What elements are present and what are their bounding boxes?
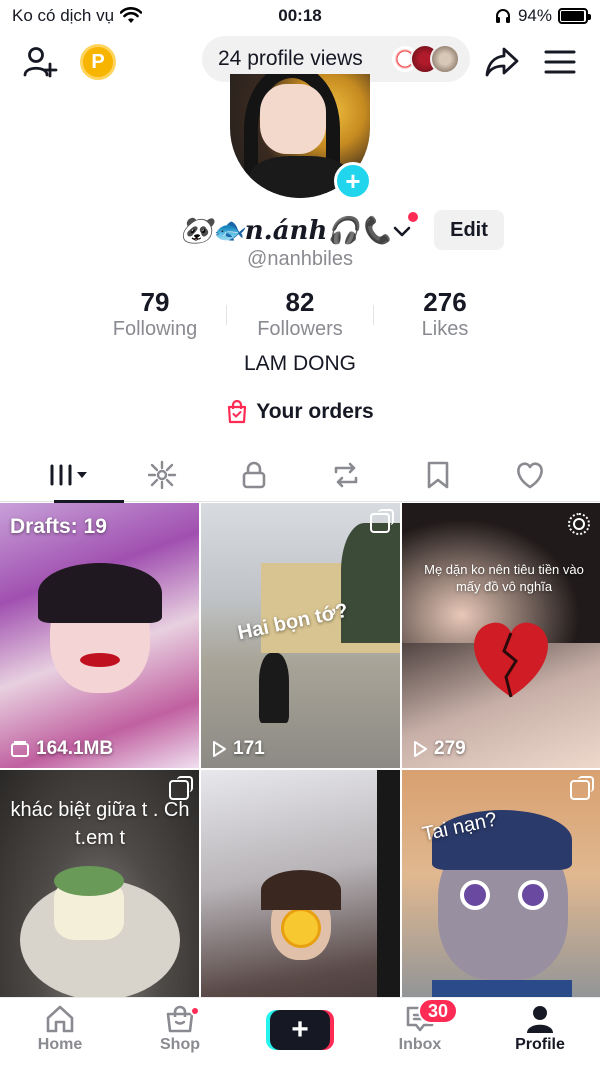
inbox-badge: 30 [418,998,458,1024]
video-caption: Mẹ dặn ko nên tiêu tiền vào mấy đồ vô ng… [424,562,584,594]
display-name: 🐼🐟𝒏.á𝒏𝒉🎧📞 [180,216,393,246]
headphones-icon [495,9,510,23]
status-bar: Ko có dịch vụ 00:18 94% [0,0,600,34]
nav-inbox-label: Inbox [398,1036,442,1053]
your-orders-label: Your orders [256,400,374,423]
drafts-size: 164.1MB [10,738,113,760]
live-photo-icon [568,513,590,535]
video-tile[interactable]: khác biệt giữa t . Ch t.em t [0,770,199,997]
video-caption: khác biệt giữa t . Ch t.em t [10,799,190,849]
grid-icon [50,464,87,486]
multi-photo-icon [370,509,394,533]
play-icon [213,741,226,757]
viewer-avatars [390,44,460,74]
folder-icon [11,741,29,757]
stat-label: Followers [257,318,343,340]
stat-label: Following [112,318,198,340]
add-user-icon [23,47,58,78]
coin-button[interactable]: P [80,44,116,80]
drafts-label: Drafts: 19 [10,515,107,538]
edit-profile-button[interactable]: Edit [434,210,504,250]
shop-notification-dot [190,1006,200,1016]
nav-profile-label: Profile [515,1036,565,1053]
nav-shop[interactable]: Shop [130,1004,230,1064]
tab-private[interactable] [112,448,212,502]
create-button[interactable]: + [270,1010,330,1050]
notification-dot [408,212,418,222]
home-icon [46,1005,74,1033]
coin-icon: P [91,50,105,73]
tab-videos[interactable] [20,448,124,503]
stat-label: Likes [421,318,469,340]
view-count: 171 [211,738,265,760]
video-grid: Drafts: 19 164.1MB Hai bọn tớ? 171 Mẹ dặ… [0,503,600,997]
nav-home[interactable]: Home [10,1004,110,1064]
sparkle-icon [147,460,177,490]
heart-icon [517,462,543,489]
username: @nanhbiles [247,248,353,270]
repost-icon [334,462,358,488]
add-story-button[interactable]: + [334,162,372,200]
bookmark-icon [427,461,449,489]
play-icon [414,741,427,757]
tab-reposts[interactable] [296,448,396,502]
share-icon [485,47,519,77]
profile-views-label: 24 profile views [218,47,363,70]
tab-favorites[interactable] [388,448,488,502]
multi-photo-icon [570,776,594,800]
tab-liked[interactable] [480,448,580,502]
bottom-nav: Home Shop + 30 Inbox Profile [0,997,600,1067]
add-friend-button[interactable] [20,42,60,82]
status-right: 94% [494,6,591,26]
viewer-avatar [430,44,460,74]
view-count-value: 279 [434,738,466,759]
profile-tabs [0,448,600,503]
hamburger-icon [544,50,576,74]
video-tile[interactable]: Hai bọn tớ? 171 [201,503,400,768]
stat-value: 82 [285,287,315,317]
bio-region: LAM DONG [243,352,356,375]
battery-fill [561,11,584,21]
your-orders-button[interactable]: Your orders [0,400,600,424]
view-count-value: 171 [233,738,265,759]
video-tile[interactable]: Mẹ dặn ko nên tiêu tiền vào mấy đồ vô ng… [402,503,600,768]
menu-button[interactable] [540,42,580,82]
nav-home-label: Home [37,1036,83,1053]
stat-value: 79 [140,287,170,317]
video-tile[interactable]: Tai nạn? [402,770,600,997]
stat-value: 276 [423,287,467,317]
share-button[interactable] [480,42,524,82]
nav-inbox[interactable]: 30 Inbox [370,998,470,1064]
stat-following[interactable]: 79 Following [80,287,230,341]
nav-shop-label: Shop [160,1036,200,1053]
chevron-down-icon[interactable] [392,220,412,242]
battery-icon [558,8,591,24]
tab-locked[interactable] [204,448,304,502]
stat-likes[interactable]: 276 Likes [370,287,520,341]
battery-percent: 94% [517,6,552,25]
profile-avatar[interactable]: + [230,74,372,200]
nav-profile[interactable]: Profile [490,1004,590,1064]
video-tile[interactable] [201,770,400,997]
shopping-bag-icon [228,400,247,424]
broken-heart-sticker [474,622,548,698]
drafts-size-value: 164.1MB [36,738,114,759]
view-count: 279 [412,738,466,760]
profile-icon [527,1006,553,1033]
profile-stats: 79 Following 82 Followers 276 Likes [0,287,600,343]
lock-icon [242,461,266,489]
stat-followers[interactable]: 82 Followers [225,287,375,341]
drafts-tile[interactable]: Drafts: 19 164.1MB [0,503,199,768]
avatar-face [260,84,326,154]
